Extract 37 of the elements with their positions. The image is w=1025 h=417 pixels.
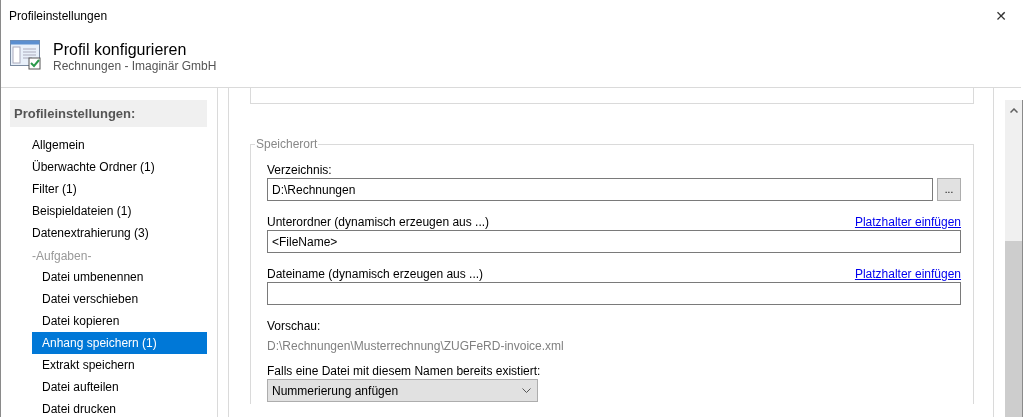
- sidebar-item[interactable]: Extrakt speichern: [10, 354, 207, 376]
- sidebar-item[interactable]: Datei verschieben: [10, 288, 207, 310]
- scrollbar[interactable]: [1005, 100, 1023, 417]
- sidebar-item[interactable]: Datenextrahierung (3): [10, 222, 207, 244]
- page-subtitle: Rechnungen - Imaginär GmbH: [53, 59, 217, 74]
- sidebar-item[interactable]: Datei aufteilen: [10, 376, 207, 398]
- sidebar-item[interactable]: Datei drucken: [10, 398, 207, 417]
- close-button[interactable]: ✕: [989, 8, 1013, 24]
- field-label: Dateiname (dynamisch erzeugen aus ...): [267, 266, 484, 282]
- settings-form-icon: [10, 40, 42, 70]
- page-title: Profil konfigurieren: [53, 40, 188, 59]
- sidebar-item[interactable]: Datei kopieren: [10, 310, 207, 332]
- scroll-thumb[interactable]: [1005, 241, 1022, 417]
- dropdown[interactable]: Nummerierung anfügen: [267, 379, 538, 402]
- sidebar-item[interactable]: Überwachte Ordner (1): [10, 156, 207, 178]
- field-label: Verzeichnis:: [267, 162, 332, 178]
- directory-field[interactable]: D:\Rechnungen: [267, 178, 933, 201]
- sidebar-item[interactable]: Allgemein: [10, 134, 207, 156]
- field-label: Unterordner (dynamisch erzeugen aus ...): [267, 214, 490, 230]
- sidebar-heading: Profileinstellungen:: [10, 100, 207, 127]
- sidebar-item[interactable]: Filter (1): [10, 178, 207, 200]
- field-label: Vorschau:: [267, 318, 321, 334]
- group-label: -Aufgaben-: [31, 248, 93, 265]
- input-field[interactable]: [267, 282, 961, 305]
- sidebar-item[interactable]: Anhang speichern (1): [32, 332, 207, 354]
- chevron-down-icon: [522, 388, 531, 393]
- insert-placeholder-link[interactable]: Platzhalter einfügen: [854, 214, 961, 230]
- window-title: Profileinstellungen: [9, 9, 108, 23]
- sidebar-item[interactable]: Beispieldateien (1): [10, 200, 207, 222]
- group-title: Speicherort: [255, 137, 319, 151]
- scroll-up-icon[interactable]: [1009, 108, 1018, 113]
- input-field[interactable]: <FileName>: [267, 230, 961, 253]
- sidebar-item[interactable]: Datei umbenennen: [10, 266, 207, 288]
- field-label: Falls eine Datei mit diesem Namen bereits existiert:: [267, 363, 541, 379]
- browse-button[interactable]: ...: [937, 178, 961, 201]
- insert-placeholder-link[interactable]: Platzhalter einfügen: [854, 266, 961, 282]
- preview-path: D:\Rechnungen\Musterrechnung\ZUGFeRD-invoice.xml: [267, 338, 565, 354]
